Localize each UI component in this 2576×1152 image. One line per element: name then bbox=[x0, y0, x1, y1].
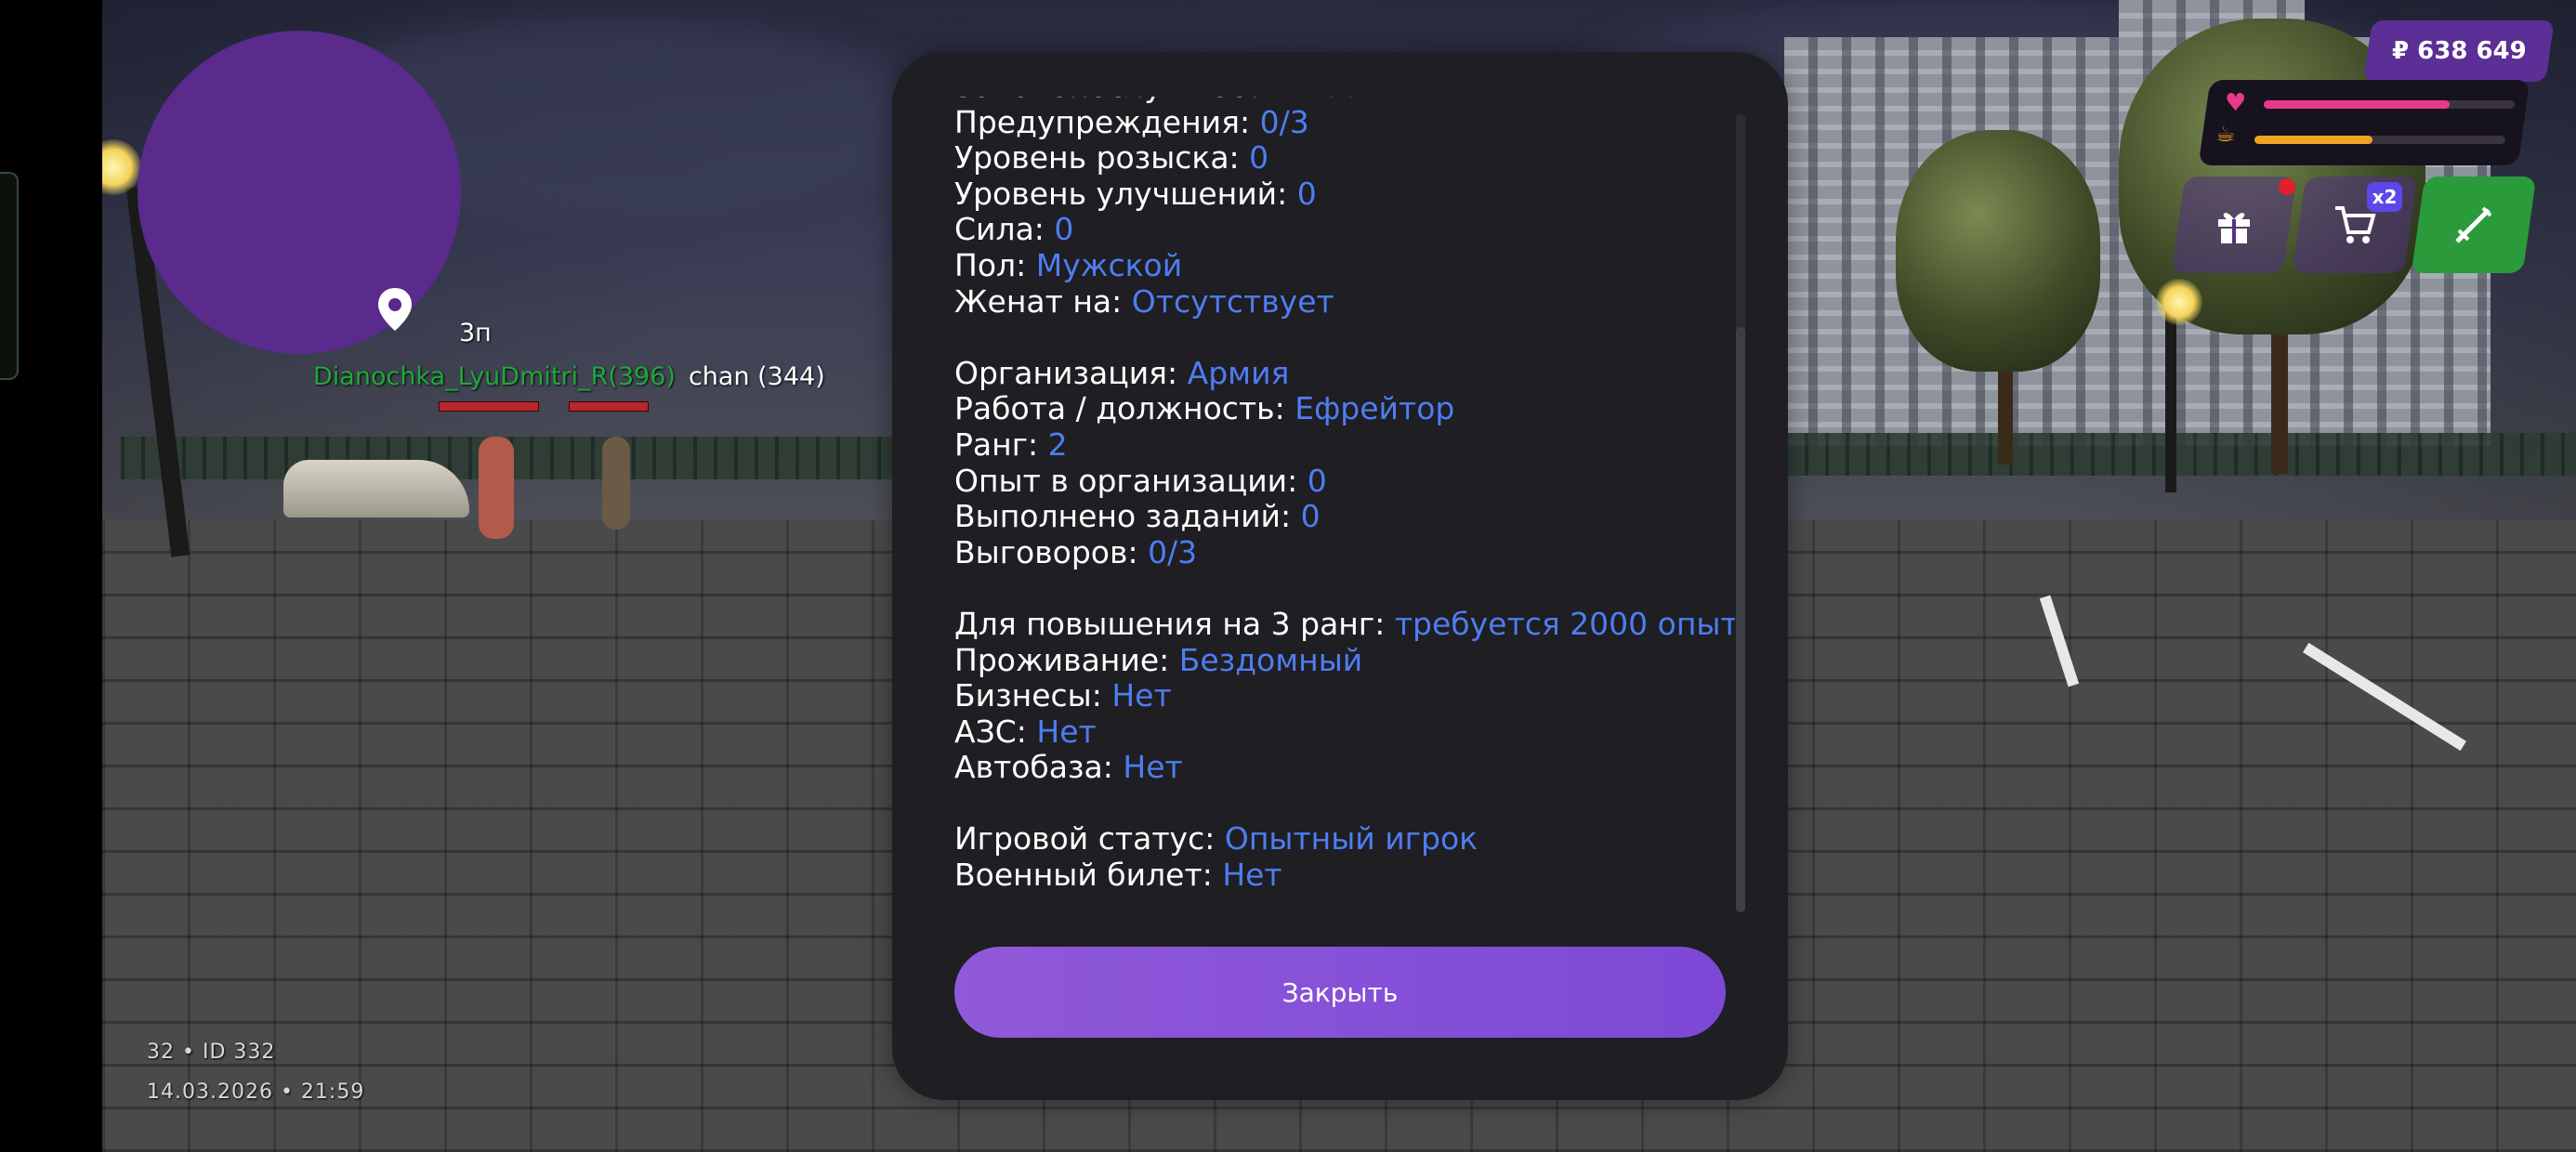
weapon-button[interactable] bbox=[2411, 177, 2537, 273]
stat-line: Военный билет: Нет bbox=[954, 857, 1735, 894]
player-stats-dialog: Законопослушность: 100Предупреждения: 0/… bbox=[892, 52, 1788, 1100]
stat-label: Ранг: bbox=[954, 425, 1048, 463]
stat-value: 0 bbox=[1300, 498, 1321, 535]
stat-line: Игровой статус: Опытный игрок bbox=[954, 821, 1735, 857]
car bbox=[283, 460, 469, 517]
shop-badge: x2 bbox=[2367, 182, 2402, 212]
stat-line: Автобаза: Нет bbox=[954, 749, 1735, 786]
edge-tab[interactable] bbox=[0, 172, 19, 380]
stat-label: Опыт в организации: bbox=[954, 462, 1308, 499]
nickname-overlap: Dmitri_R(396) bbox=[500, 362, 676, 391]
stat-value: Ефрейтор bbox=[1295, 390, 1455, 427]
stat-value: Армия bbox=[1187, 354, 1290, 391]
player-character bbox=[479, 437, 514, 539]
stat-line: Выполнено заданий: 0 bbox=[954, 498, 1735, 535]
scrollbar[interactable] bbox=[1736, 113, 1745, 912]
stat-label: Организация: bbox=[954, 354, 1188, 391]
stat-value: 2 bbox=[1047, 425, 1068, 463]
stats-panel bbox=[2198, 80, 2530, 165]
hunger-bar bbox=[2254, 136, 2505, 144]
stat-value: Отсутствует bbox=[1131, 282, 1334, 320]
stat-label: Женат на: bbox=[954, 282, 1132, 320]
date-time: 14.03.2026 • 21:59 bbox=[147, 1080, 365, 1104]
stat-label: Военный билет: bbox=[954, 857, 1223, 894]
stat-line: Сила: 0 bbox=[954, 212, 1735, 248]
stat-label: Для повышения на 3 ранг: bbox=[954, 605, 1395, 642]
stat-label: Бизнесы: bbox=[954, 677, 1112, 714]
stat-line: Организация: Армия bbox=[954, 354, 1735, 392]
stat-label: Пол: bbox=[954, 246, 1036, 283]
stat-line: Уровень розыска: 0 bbox=[954, 139, 1735, 177]
stat-value: Опытный игрок bbox=[1224, 820, 1479, 857]
stat-value: 0 bbox=[1307, 462, 1327, 499]
stat-line: Женат на: Отсутствует bbox=[954, 282, 1735, 321]
stat-line: Предупреждения: 0/3 bbox=[954, 103, 1735, 141]
npc-character bbox=[602, 437, 630, 530]
stat-value: 0 bbox=[1054, 211, 1074, 248]
stat-value: 100 bbox=[1302, 97, 1360, 104]
stat-value: 0 bbox=[1249, 139, 1269, 177]
player-id: 32 • ID 332 bbox=[147, 1041, 276, 1064]
stat-label: Проживание: bbox=[954, 641, 1179, 678]
stat-label: Выговоров: bbox=[954, 533, 1149, 570]
notification-dot bbox=[2279, 178, 2295, 195]
stat-line: Уровень улучшений: 0 bbox=[954, 175, 1735, 213]
stat-label: Уровень розыска: bbox=[954, 139, 1250, 177]
stat-label: Игровой статус: bbox=[954, 820, 1225, 857]
scrollbar-thumb[interactable] bbox=[1736, 327, 1745, 912]
stat-line: Опыт в организации: 0 bbox=[954, 462, 1735, 500]
close-button[interactable]: Закрыть bbox=[954, 947, 1726, 1038]
tree bbox=[1896, 130, 2100, 372]
stat-value: Нет bbox=[1123, 749, 1183, 786]
stat-line: Выговоров: 0/3 bbox=[954, 533, 1735, 571]
stat-value: 0 bbox=[1296, 175, 1317, 212]
stat-label: Сила: bbox=[954, 211, 1055, 248]
location-pin-icon bbox=[378, 288, 412, 331]
stat-line: Проживание: Бездомный bbox=[954, 641, 1735, 679]
health-bar bbox=[2264, 100, 2515, 109]
player-tag: 3п bbox=[459, 319, 492, 347]
gift-icon bbox=[2218, 213, 2250, 243]
stat-line: Ранг: 2 bbox=[954, 425, 1735, 464]
weapon-icon bbox=[2455, 206, 2492, 243]
stat-label: Предупреждения: bbox=[954, 103, 1260, 140]
stat-line: Бизнесы: Нет bbox=[954, 677, 1735, 714]
stat-value: 0/3 bbox=[1259, 103, 1309, 140]
screen-edge-bar bbox=[0, 0, 102, 1152]
stat-line: Пол: Мужской bbox=[954, 246, 1735, 284]
stat-value: 0/3 bbox=[1148, 533, 1198, 570]
money-display: ₽ 638 649 bbox=[2363, 20, 2555, 82]
stat-label: Автобаза: bbox=[954, 749, 1124, 786]
stat-value: Нет bbox=[1036, 713, 1097, 750]
stat-label: Выполнено заданий: bbox=[954, 498, 1301, 535]
player-health-bar bbox=[439, 401, 539, 412]
stat-value: Нет bbox=[1111, 677, 1172, 714]
stat-value: Мужской bbox=[1035, 246, 1183, 283]
stat-line: АЗС: Нет bbox=[954, 713, 1735, 751]
nickname-green: Dianochka_Lyu bbox=[313, 362, 501, 391]
stat-label: Работа / должность: bbox=[954, 390, 1295, 427]
stats-list[interactable]: Законопослушность: 100Предупреждения: 0/… bbox=[954, 97, 1735, 948]
stat-line: Для повышения на 3 ранг: требуется 2000 … bbox=[954, 605, 1735, 643]
cup-icon: ☕ bbox=[2215, 121, 2236, 147]
gift-button[interactable] bbox=[2171, 177, 2297, 273]
player-health-bar bbox=[569, 401, 649, 412]
stat-value: требуется 2000 опыта bbox=[1394, 605, 1735, 642]
stat-value: Нет bbox=[1222, 857, 1282, 894]
stat-label: АЗС: bbox=[954, 713, 1037, 750]
nickname-white: chan (344) bbox=[688, 362, 825, 391]
stat-line: Работа / должность: Ефрейтор bbox=[954, 391, 1735, 427]
stat-value: Бездомный bbox=[1178, 641, 1363, 678]
stat-label: Уровень улучшений: bbox=[954, 175, 1297, 212]
player-nicknames: Dianochka_LyuDmitri_R(396) chan (344) bbox=[313, 362, 825, 391]
heart-icon: ♥ bbox=[2225, 89, 2247, 117]
